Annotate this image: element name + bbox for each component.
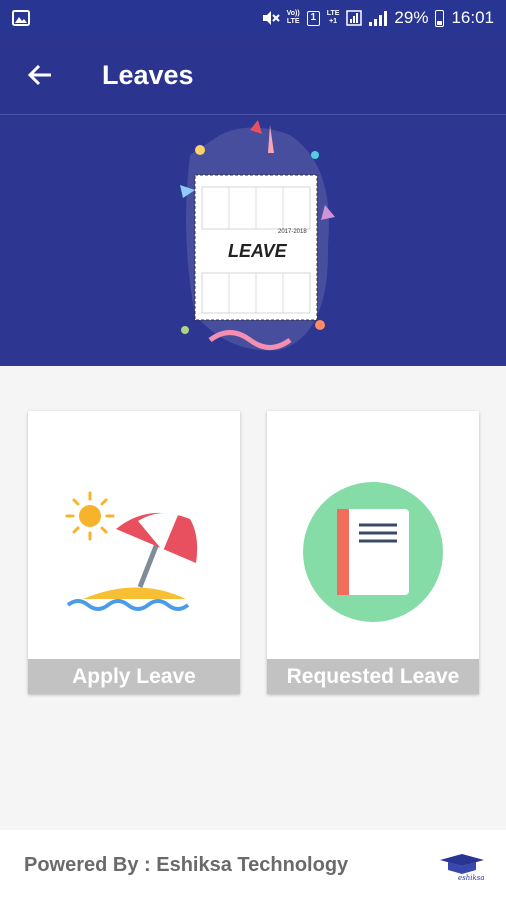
network-indicator: LTE +1	[327, 10, 340, 26]
leave-banner: 2017-2018 LEAVE	[0, 114, 506, 366]
battery-percent: 29%	[394, 8, 429, 27]
logo-text: eshiksa	[458, 874, 485, 882]
calendar-leave-text: LEAVE	[228, 241, 288, 261]
app-bar: Leaves	[0, 36, 506, 114]
volte-bottom-text: LTE	[286, 18, 300, 25]
status-bar: Vo)) LTE 1 LTE +1 29% 16:01	[0, 0, 506, 36]
battery-icon	[435, 9, 445, 27]
gallery-notification-icon	[12, 10, 30, 26]
signal-box-icon	[346, 10, 363, 26]
beach-umbrella-icon	[65, 491, 198, 611]
volte-indicator: Vo)) LTE	[287, 10, 300, 26]
eshiksa-logo: eshiksa	[440, 854, 485, 882]
apply-leave-card[interactable]: Apply Leave	[28, 411, 240, 694]
requested-leave-label: Requested Leave	[267, 659, 479, 694]
volte-top-text: Vo))	[286, 10, 300, 17]
mute-icon	[262, 11, 280, 25]
powered-by-text: Powered By : Eshiksa Technology	[24, 853, 349, 876]
leave-calendar-illustration: 2017-2018 LEAVE	[180, 120, 335, 351]
calendar-year-text: 2017-2018	[278, 229, 307, 235]
network-text: LTE	[326, 10, 340, 17]
arrow-back-icon	[27, 64, 51, 86]
sim-badge: 1	[306, 10, 320, 26]
status-left	[12, 10, 30, 26]
page-title: Leaves	[102, 59, 194, 90]
footer: Powered By : Eshiksa Technology eshiksa	[0, 830, 506, 900]
status-right: Vo)) LTE 1 LTE +1 29% 16:01	[262, 8, 494, 28]
notebook-icon	[303, 482, 443, 622]
network-sub-text: +1	[329, 18, 338, 25]
back-button[interactable]	[20, 55, 60, 95]
signal-bars-icon	[369, 10, 388, 26]
apply-leave-label: Apply Leave	[28, 659, 240, 694]
clock: 16:01	[451, 8, 494, 27]
requested-leave-card[interactable]: Requested Leave	[267, 411, 479, 694]
